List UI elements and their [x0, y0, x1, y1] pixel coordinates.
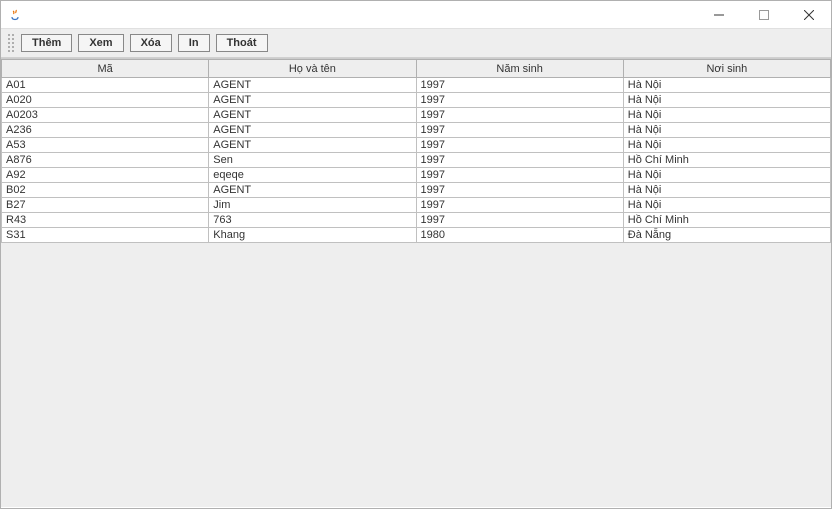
add-button[interactable]: Thêm: [21, 34, 72, 52]
cell-noisinh[interactable]: Đà Nẵng: [623, 228, 830, 243]
cell-hoten[interactable]: AGENT: [209, 78, 416, 93]
cell-namsinh[interactable]: 1997: [416, 108, 623, 123]
cell-noisinh[interactable]: Hà Nội: [623, 138, 830, 153]
column-header-namsinh[interactable]: Năm sinh: [416, 60, 623, 78]
cell-namsinh[interactable]: 1997: [416, 183, 623, 198]
maximize-button[interactable]: [741, 1, 786, 29]
table-row[interactable]: A876Sen1997Hồ Chí Minh: [2, 153, 831, 168]
table-row[interactable]: A020AGENT1997Hà Nội: [2, 93, 831, 108]
cell-namsinh[interactable]: 1997: [416, 153, 623, 168]
table-empty-area: [1, 243, 831, 507]
window-controls: [696, 1, 831, 29]
column-header-hoten[interactable]: Họ và tên: [209, 60, 416, 78]
table-row[interactable]: A236AGENT1997Hà Nội: [2, 123, 831, 138]
cell-namsinh[interactable]: 1997: [416, 123, 623, 138]
java-icon: [7, 7, 23, 23]
cell-noisinh[interactable]: Hà Nội: [623, 168, 830, 183]
cell-hoten[interactable]: AGENT: [209, 123, 416, 138]
cell-ma[interactable]: A876: [2, 153, 209, 168]
cell-ma[interactable]: A92: [2, 168, 209, 183]
cell-noisinh[interactable]: Hà Nội: [623, 123, 830, 138]
column-header-noisinh[interactable]: Nơi sinh: [623, 60, 830, 78]
table-row[interactable]: S31Khang1980Đà Nẵng: [2, 228, 831, 243]
cell-namsinh[interactable]: 1997: [416, 78, 623, 93]
cell-noisinh[interactable]: Hồ Chí Minh: [623, 153, 830, 168]
minimize-button[interactable]: [696, 1, 741, 29]
table-row[interactable]: A0203AGENT1997Hà Nội: [2, 108, 831, 123]
cell-hoten[interactable]: AGENT: [209, 183, 416, 198]
cell-namsinh[interactable]: 1997: [416, 213, 623, 228]
toolbar: Thêm Xem Xóa In Thoát: [1, 29, 831, 58]
window-titlebar: [1, 1, 831, 29]
cell-noisinh[interactable]: Hà Nội: [623, 183, 830, 198]
table-row[interactable]: B27Jim1997Hà Nội: [2, 198, 831, 213]
cell-hoten[interactable]: Khang: [209, 228, 416, 243]
column-header-ma[interactable]: Mã: [2, 60, 209, 78]
delete-button[interactable]: Xóa: [130, 34, 172, 52]
toolbar-grip-icon: [7, 33, 15, 53]
cell-hoten[interactable]: 763: [209, 213, 416, 228]
cell-ma[interactable]: A236: [2, 123, 209, 138]
table-row[interactable]: A92eqeqe1997Hà Nội: [2, 168, 831, 183]
cell-noisinh[interactable]: Hà Nội: [623, 108, 830, 123]
exit-button[interactable]: Thoát: [216, 34, 268, 52]
cell-hoten[interactable]: AGENT: [209, 138, 416, 153]
cell-noisinh[interactable]: Hồ Chí Minh: [623, 213, 830, 228]
table-row[interactable]: R437631997Hồ Chí Minh: [2, 213, 831, 228]
cell-hoten[interactable]: Jim: [209, 198, 416, 213]
cell-ma[interactable]: A0203: [2, 108, 209, 123]
cell-hoten[interactable]: Sen: [209, 153, 416, 168]
cell-ma[interactable]: S31: [2, 228, 209, 243]
cell-namsinh[interactable]: 1980: [416, 228, 623, 243]
cell-noisinh[interactable]: Hà Nội: [623, 198, 830, 213]
cell-namsinh[interactable]: 1997: [416, 93, 623, 108]
cell-ma[interactable]: R43: [2, 213, 209, 228]
cell-hoten[interactable]: AGENT: [209, 93, 416, 108]
cell-namsinh[interactable]: 1997: [416, 138, 623, 153]
table-container[interactable]: Mã Họ và tên Năm sinh Nơi sinh A01AGENT1…: [1, 58, 831, 507]
view-button[interactable]: Xem: [78, 34, 123, 52]
cell-ma[interactable]: A53: [2, 138, 209, 153]
cell-namsinh[interactable]: 1997: [416, 198, 623, 213]
cell-ma[interactable]: B02: [2, 183, 209, 198]
table-row[interactable]: A01AGENT1997Hà Nội: [2, 78, 831, 93]
print-button[interactable]: In: [178, 34, 210, 52]
cell-hoten[interactable]: AGENT: [209, 108, 416, 123]
cell-ma[interactable]: A01: [2, 78, 209, 93]
table-row[interactable]: B02AGENT1997Hà Nội: [2, 183, 831, 198]
cell-ma[interactable]: B27: [2, 198, 209, 213]
cell-hoten[interactable]: eqeqe: [209, 168, 416, 183]
cell-namsinh[interactable]: 1997: [416, 168, 623, 183]
close-button[interactable]: [786, 1, 831, 29]
cell-noisinh[interactable]: Hà Nội: [623, 78, 830, 93]
cell-noisinh[interactable]: Hà Nội: [623, 93, 830, 108]
cell-ma[interactable]: A020: [2, 93, 209, 108]
table-row[interactable]: A53AGENT1997Hà Nội: [2, 138, 831, 153]
data-table: Mã Họ và tên Năm sinh Nơi sinh A01AGENT1…: [1, 59, 831, 243]
